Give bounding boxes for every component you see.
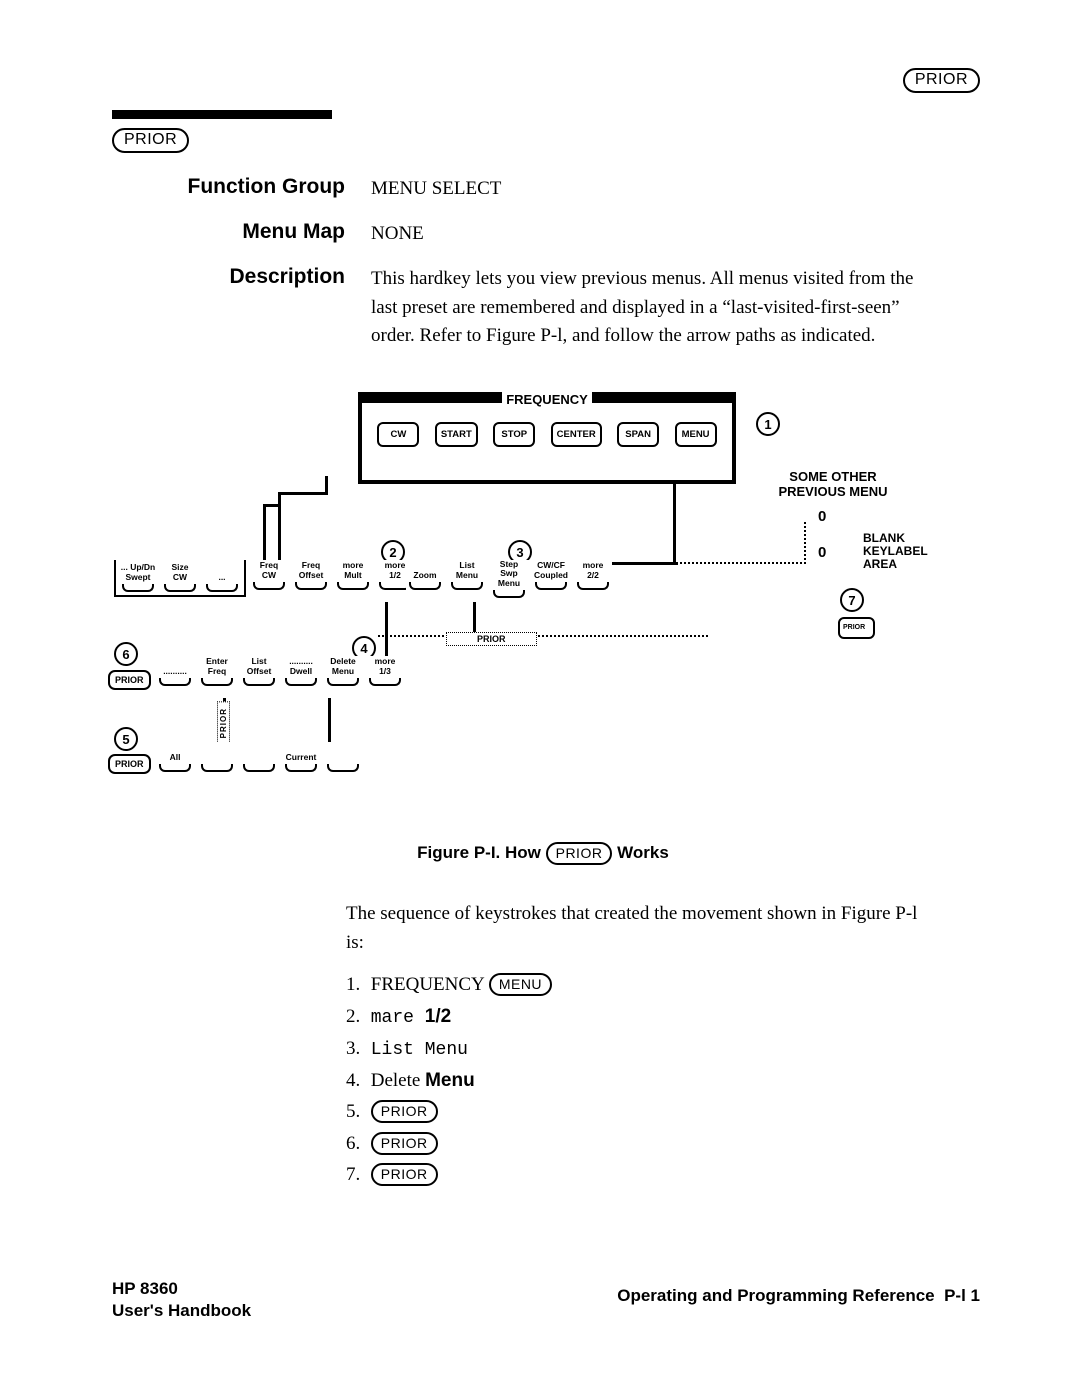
- body-paragraph: The sequence of keystrokes that created …: [346, 900, 936, 1209]
- prior-keycap: PRIOR: [371, 1100, 438, 1123]
- row-description: Description This hardkey lets you view p…: [170, 265, 940, 351]
- some-other-label: SOME OTHER PREVIOUS MENU: [763, 470, 903, 500]
- step-6: 6. PRIOR: [346, 1130, 936, 1159]
- header-prior-keycap: PRIOR: [903, 68, 980, 93]
- prior-tag-5: PRIOR: [108, 754, 151, 774]
- figure-p1: FREQUENCY CW START STOP CENTER SPAN MENU…: [108, 392, 978, 842]
- zero: 0: [818, 544, 826, 561]
- prior-tag-6: PRIOR: [108, 670, 151, 690]
- figure-caption: Figure P-I. How PRIOR Works: [108, 842, 978, 865]
- menu-keycap: MENU: [489, 973, 552, 996]
- connector: [263, 504, 266, 564]
- key-start: START: [435, 422, 478, 447]
- heading-rule: [112, 110, 332, 119]
- softkey-row-list: .......... Enter Freq List Offset ......…: [156, 656, 404, 698]
- softkey-row-delete: All Current: [156, 742, 362, 784]
- connector: [263, 504, 281, 507]
- blank-keylabel-area: BLANK KEYLABEL AREA: [863, 532, 928, 572]
- step-4: 4. Delete Menu: [346, 1067, 936, 1096]
- value-menu-map: NONE: [371, 220, 931, 249]
- connector: [473, 597, 476, 635]
- label-function-group: Function Group: [170, 175, 345, 199]
- title-prior-keycap: PRIOR: [112, 128, 189, 153]
- sequence-list: 1. FREQUENCY MENU 2. mare 1/2 3. List Me…: [346, 971, 936, 1190]
- row-menu-map: Menu Map NONE: [170, 220, 940, 249]
- frequency-title: FREQUENCY: [502, 392, 592, 407]
- prior-keycap: PRIOR: [112, 128, 189, 153]
- key-center: CENTER: [551, 422, 602, 447]
- connector-dotted: [676, 562, 806, 566]
- marker-6: 6: [114, 642, 138, 666]
- label-description: Description: [170, 265, 345, 289]
- marker-7: 7: [840, 588, 864, 612]
- prior-keycap: PRIOR: [371, 1163, 438, 1186]
- frequency-panel: FREQUENCY CW START STOP CENTER SPAN MENU: [358, 392, 736, 484]
- row-function-group: Function Group MENU SELECT: [170, 175, 940, 204]
- value-description: This hardkey lets you view previous menu…: [371, 265, 931, 351]
- softkey-row-page1: ... Up/Dn Swept Size CW ... Freq CW Freq…: [114, 560, 414, 602]
- softkey-row-page2: Zoom List Menu Step Swp Menu CW/CF Coupl…: [406, 560, 612, 602]
- connector: [278, 492, 281, 564]
- connector: [278, 492, 328, 495]
- zero: 0: [818, 508, 826, 525]
- marker-5: 5: [114, 727, 138, 751]
- step-7: 7. PRIOR: [346, 1161, 936, 1190]
- connector-dotted: [378, 635, 708, 639]
- key-span: SPAN: [617, 422, 659, 447]
- connector: [328, 692, 331, 744]
- step-1: 1. FREQUENCY MENU: [346, 971, 936, 1000]
- value-function-group: MENU SELECT: [371, 175, 931, 204]
- prior-dotted-label: PRIOR: [446, 632, 537, 646]
- bar: [362, 396, 502, 403]
- prior-vertical-label: PRIOR: [217, 701, 230, 745]
- marker-1: 1: [756, 412, 780, 436]
- key-menu: MENU: [675, 422, 717, 447]
- connector: [385, 599, 388, 659]
- key-stop: STOP: [493, 422, 535, 447]
- step-5: 5. PRIOR: [346, 1098, 936, 1127]
- connector: [325, 476, 328, 495]
- prior-keycap: PRIOR: [546, 842, 613, 865]
- label-menu-map: Menu Map: [170, 220, 345, 244]
- step-2: 2. mare 1/2: [346, 1003, 936, 1032]
- step-3: 3. List Menu: [346, 1035, 936, 1064]
- prior-small-icon: PRIOR: [838, 616, 875, 639]
- intro-text: The sequence of keystrokes that created …: [346, 900, 936, 957]
- footer-left: HP 8360 User's Handbook: [112, 1278, 251, 1322]
- prior-keycap: PRIOR: [371, 1132, 438, 1155]
- softkey-group: ... Up/Dn Swept Size CW ...: [114, 560, 246, 597]
- frequency-keys: CW START STOP CENTER SPAN MENU: [362, 422, 732, 447]
- connector-dotted: [804, 522, 808, 564]
- bar: [592, 396, 732, 403]
- prior-keycap: PRIOR: [903, 68, 980, 93]
- footer-right: Operating and Programming Reference P-l …: [617, 1286, 980, 1306]
- key-cw: CW: [377, 422, 419, 447]
